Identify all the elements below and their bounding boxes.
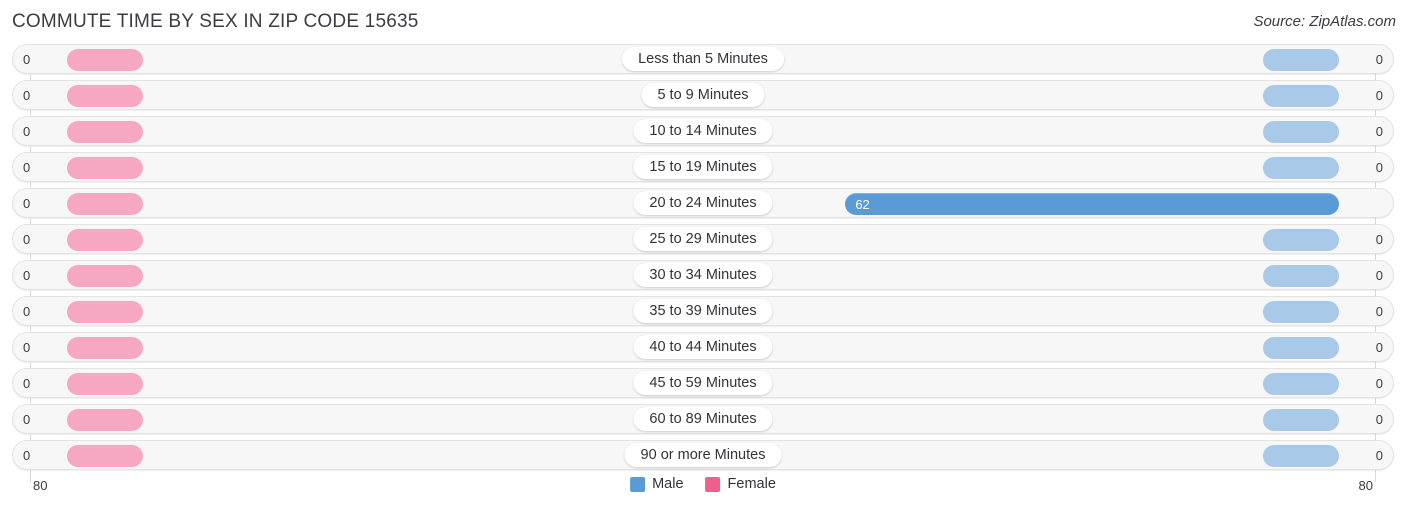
value-male: 0 xyxy=(1375,303,1383,319)
value-male: 0 xyxy=(1375,51,1383,67)
value-female: 0 xyxy=(23,123,31,139)
legend-label-female: Female xyxy=(727,476,776,492)
value-female: 0 xyxy=(23,375,31,391)
axis-label-left-max: 80 xyxy=(33,478,48,493)
bar-male[interactable]: 62 xyxy=(845,193,1339,215)
value-male: 0 xyxy=(1375,375,1383,391)
bar-male[interactable]: 0 xyxy=(1263,157,1339,179)
bar-female[interactable]: 0 xyxy=(67,301,143,323)
row-category-label: 10 to 14 Minutes xyxy=(633,119,773,143)
row-category-label: 60 to 89 Minutes xyxy=(633,407,773,431)
row-category-label: 35 to 39 Minutes xyxy=(633,299,773,323)
row-category-label: 30 to 34 Minutes xyxy=(633,263,773,287)
value-female: 0 xyxy=(23,159,31,175)
bar-female[interactable]: 0 xyxy=(67,49,143,71)
chart-legend: Male Female xyxy=(630,476,776,492)
bar-female[interactable]: 0 xyxy=(67,337,143,359)
page-title: COMMUTE TIME BY SEX IN ZIP CODE 15635 xyxy=(12,11,419,32)
chart-row[interactable]: 0 0 0 0 40 to 44 Minutes xyxy=(12,332,1394,362)
bar-male[interactable]: 0 xyxy=(1263,229,1339,251)
chart-rows: 0 0 0 0 Less than 5 Minutes 0 0 0 0 5 to 9 Minute… xyxy=(12,44,1394,470)
value-female: 0 xyxy=(23,447,31,463)
chart-row[interactable]: 0 0 0 0 10 to 14 Minutes xyxy=(12,116,1394,146)
bar-female[interactable]: 0 xyxy=(67,85,143,107)
value-male: 0 xyxy=(1375,267,1383,283)
value-female: 0 xyxy=(23,87,31,103)
chart-header: COMMUTE TIME BY SEX IN ZIP CODE 15635 So… xyxy=(0,0,1406,44)
bar-male[interactable]: 0 xyxy=(1263,373,1339,395)
bar-male[interactable]: 0 xyxy=(1263,85,1339,107)
bar-female[interactable]: 0 xyxy=(67,157,143,179)
chart-row[interactable]: 0 0 0 0 Less than 5 Minutes xyxy=(12,44,1394,74)
legend-label-male: Male xyxy=(652,476,684,492)
row-category-label: 25 to 29 Minutes xyxy=(633,227,773,251)
value-male: 0 xyxy=(1375,231,1383,247)
bar-male[interactable]: 0 xyxy=(1263,409,1339,431)
bar-female[interactable]: 0 xyxy=(67,229,143,251)
bar-male-inner-value: 62 xyxy=(855,196,870,212)
chart-row[interactable]: 0 0 0 0 15 to 19 Minutes xyxy=(12,152,1394,182)
row-category-label: 20 to 24 Minutes xyxy=(633,191,773,215)
value-female: 0 xyxy=(23,303,31,319)
row-category-label: 40 to 44 Minutes xyxy=(633,335,773,359)
chart-row[interactable]: 62620020 to 24 Minutes xyxy=(12,188,1394,218)
value-female: 0 xyxy=(23,231,31,247)
bar-male[interactable]: 0 xyxy=(1263,49,1339,71)
bar-male[interactable]: 0 xyxy=(1263,121,1339,143)
bar-male[interactable]: 0 xyxy=(1263,265,1339,287)
chart-row[interactable]: 0 0 0 0 35 to 39 Minutes xyxy=(12,296,1394,326)
bar-female[interactable]: 0 xyxy=(67,265,143,287)
bar-male[interactable]: 0 xyxy=(1263,301,1339,323)
bar-male[interactable]: 0 xyxy=(1263,337,1339,359)
value-male: 0 xyxy=(1375,447,1383,463)
legend-swatch-male-icon xyxy=(630,476,646,492)
row-category-label: Less than 5 Minutes xyxy=(622,47,784,71)
bar-male[interactable]: 0 xyxy=(1263,445,1339,467)
value-female: 0 xyxy=(23,339,31,355)
value-female: 0 xyxy=(23,51,31,67)
chart-plot-area: 0 0 0 0 Less than 5 Minutes 0 0 0 0 5 to 9 Minute… xyxy=(12,44,1394,482)
value-male: 0 xyxy=(1375,411,1383,427)
legend-item-male[interactable]: Male xyxy=(630,476,684,492)
value-male: 0 xyxy=(1375,123,1383,139)
row-category-label: 90 or more Minutes xyxy=(624,443,782,467)
legend-item-female[interactable]: Female xyxy=(705,476,776,492)
chart-row[interactable]: 0 0 0 0 30 to 34 Minutes xyxy=(12,260,1394,290)
chart-row[interactable]: 0 0 0 0 45 to 59 Minutes xyxy=(12,368,1394,398)
chart-row[interactable]: 0 0 0 0 90 or more Minutes xyxy=(12,440,1394,470)
row-category-label: 45 to 59 Minutes xyxy=(633,371,773,395)
row-category-label: 15 to 19 Minutes xyxy=(633,155,773,179)
bar-female[interactable]: 0 xyxy=(67,373,143,395)
value-female: 0 xyxy=(23,411,31,427)
legend-swatch-female-icon xyxy=(705,476,721,492)
chart-row[interactable]: 0 0 0 0 25 to 29 Minutes xyxy=(12,224,1394,254)
chart-row[interactable]: 0 0 0 0 5 to 9 Minutes xyxy=(12,80,1394,110)
bar-female[interactable]: 0 xyxy=(67,193,143,215)
value-male: 0 xyxy=(1375,159,1383,175)
value-female: 0 xyxy=(23,267,31,283)
source-attribution: Source: ZipAtlas.com xyxy=(1253,13,1396,30)
chart-footer: 80 80 Male Female xyxy=(12,476,1394,516)
bar-female[interactable]: 0 xyxy=(67,445,143,467)
row-category-label: 5 to 9 Minutes xyxy=(641,83,765,107)
axis-label-right-max: 80 xyxy=(1358,478,1373,493)
value-male: 0 xyxy=(1375,87,1383,103)
bar-female[interactable]: 0 xyxy=(67,121,143,143)
value-female: 0 xyxy=(23,195,31,211)
value-male: 0 xyxy=(1375,339,1383,355)
bar-female[interactable]: 0 xyxy=(67,409,143,431)
chart-row[interactable]: 0 0 0 0 60 to 89 Minutes xyxy=(12,404,1394,434)
